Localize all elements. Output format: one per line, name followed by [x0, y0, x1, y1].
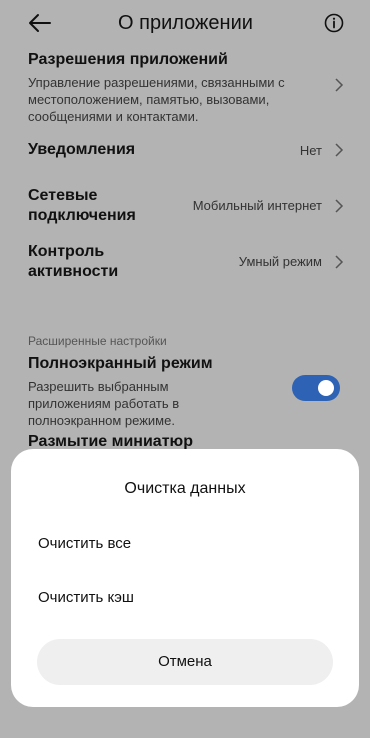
fullscreen-title: Полноэкранный режим [28, 355, 213, 372]
info-circle-icon[interactable] [324, 13, 344, 33]
dialog-title: Очистка данных [124, 480, 246, 497]
chevron-right-icon [335, 255, 344, 269]
activity-row[interactable]: Контроль активности Умный режим [28, 242, 344, 284]
notifications-row[interactable]: Уведомления Нет [28, 140, 344, 162]
clear-all-option[interactable]: Очистить все [38, 535, 131, 552]
advanced-section-label: Расширенные настройки [28, 334, 167, 348]
fullscreen-toggle[interactable] [292, 375, 340, 401]
notifications-title: Уведомления [28, 141, 136, 158]
network-row[interactable]: Сетевые подключения Мобильный интернет [28, 186, 344, 228]
network-value: Мобильный интернет [192, 198, 322, 213]
page-title: О приложении [118, 12, 253, 34]
arrow-left-icon[interactable] [26, 9, 54, 37]
toggle-knob [318, 380, 334, 396]
permissions-row[interactable]: Разрешения приложений Управление разреше… [28, 50, 344, 125]
header: О приложении [0, 0, 370, 48]
clear-cache-option[interactable]: Очистить кэш [38, 589, 134, 606]
activity-title: Контроль активности [28, 243, 119, 280]
clear-data-dialog: Очистка данных Очистить все Очистить кэш… [11, 449, 359, 707]
chevron-right-icon [335, 78, 344, 92]
chevron-right-icon [335, 199, 344, 213]
activity-value: Умный режим [238, 254, 322, 269]
permissions-description: Управление разрешениями, связанными с ме… [28, 75, 285, 124]
notifications-value: Нет [299, 143, 322, 158]
chevron-right-icon [335, 143, 344, 157]
cancel-button[interactable]: Отмена [37, 639, 333, 685]
network-title: Сетевые подключения [28, 187, 136, 224]
permissions-title: Разрешения приложений [28, 51, 228, 68]
fullscreen-description: Разрешить выбранным приложениям работать… [28, 379, 180, 428]
